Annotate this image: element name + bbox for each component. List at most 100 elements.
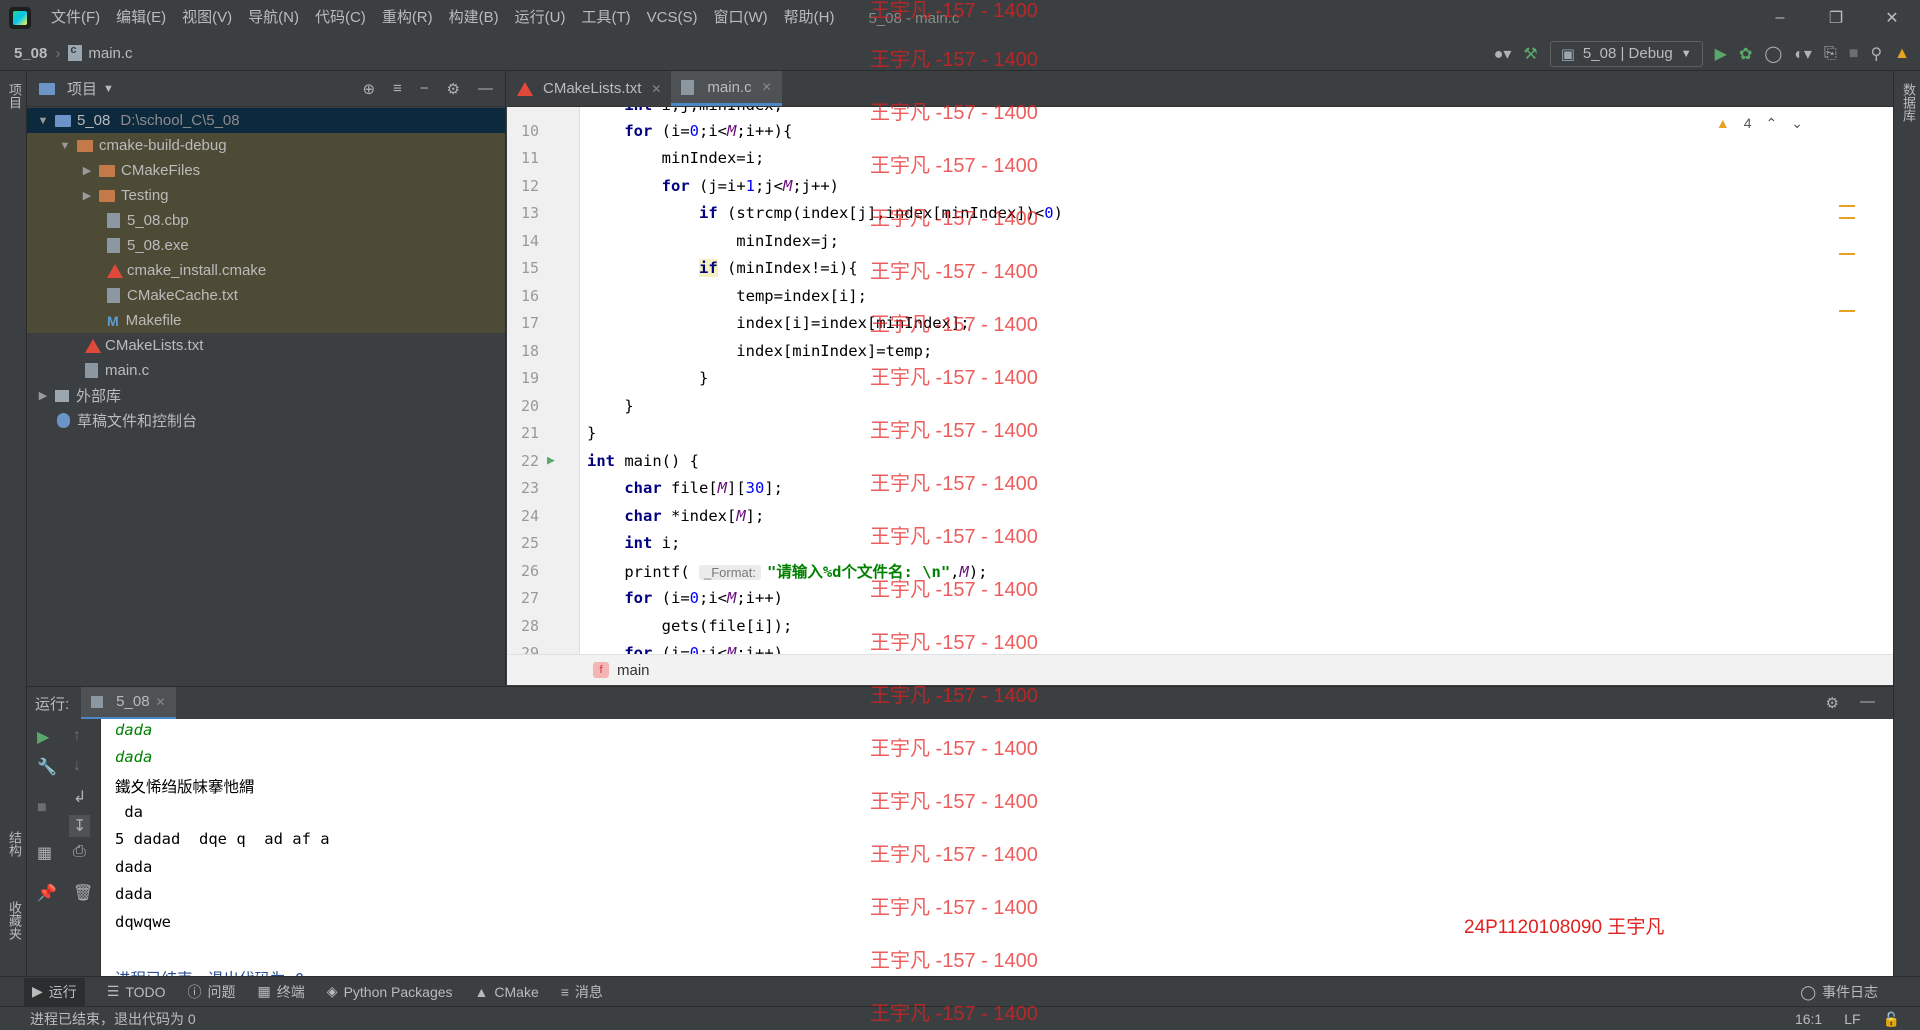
status-message[interactable]: 进程已结束，退出代码为 0: [30, 1009, 196, 1029]
run-icon: ▶: [32, 983, 43, 999]
close-icon[interactable]: ✕: [651, 82, 661, 96]
tree-item-external-libraries[interactable]: ▶ 外部库: [27, 383, 505, 408]
menu-help[interactable]: 帮助(H): [776, 0, 843, 36]
update-icon[interactable]: ▲: [1894, 45, 1910, 63]
tree-item-makefile[interactable]: M Makefile: [27, 308, 505, 333]
profile-icon[interactable]: ◐▾: [1794, 44, 1812, 64]
tree-item-project-root[interactable]: ▼ 5_08 D:\school_C\5_08: [27, 108, 505, 133]
breadcrumb-project[interactable]: 5_08: [14, 45, 47, 62]
warning-stripe[interactable]: [1839, 217, 1855, 219]
coverage-icon[interactable]: ◯: [1764, 44, 1782, 64]
line-separator[interactable]: LF: [1844, 1011, 1860, 1027]
run-gutter-icon[interactable]: ▶: [547, 453, 555, 468]
tool-messages[interactable]: ≡ 消息: [561, 982, 603, 1002]
close-icon[interactable]: ✕: [762, 80, 772, 94]
chevron-down-icon[interactable]: ▼: [103, 83, 114, 95]
code-line: 22 ▶ int main() {: [507, 447, 1893, 475]
structure-tool-tab[interactable]: 结构: [5, 831, 24, 857]
scroll-up-icon[interactable]: ↑: [73, 727, 81, 745]
tree-item-cmakelists[interactable]: CMakeLists.txt: [27, 333, 505, 358]
gear-icon[interactable]: ⚙: [447, 80, 460, 98]
menu-edit[interactable]: 编辑(E): [108, 0, 174, 36]
minimize-icon[interactable]: –: [1752, 0, 1808, 36]
lock-icon[interactable]: 🔓: [1883, 1011, 1900, 1028]
tree-item-cmakecache[interactable]: CMakeCache.txt: [27, 283, 505, 308]
restore-icon[interactable]: ❐: [1808, 0, 1864, 36]
function-name[interactable]: main: [617, 662, 650, 679]
cmake-target-icon: ▣: [1560, 45, 1575, 63]
code-editor[interactable]: int i,j,minIndex; 10 for (i=0;i<M;i++){ …: [507, 107, 1893, 654]
menu-view[interactable]: 视图(V): [174, 0, 240, 36]
console-line: da: [115, 803, 143, 821]
database-tool-tab[interactable]: 数据库: [1899, 83, 1918, 122]
print-icon[interactable]: ⎙: [73, 843, 86, 861]
inspection-widget[interactable]: ▲ 4 ⌃ ⌄: [1716, 115, 1803, 132]
stop-icon[interactable]: ■: [1849, 45, 1859, 63]
menu-build[interactable]: 构建(B): [441, 0, 507, 36]
wrench-icon[interactable]: 🔧: [37, 757, 57, 777]
warning-stripe[interactable]: [1839, 253, 1855, 255]
tree-item-cbp[interactable]: 5_08.cbp: [27, 208, 505, 233]
close-icon[interactable]: ✕: [156, 695, 166, 709]
left-tool-strip: 项目 结构 收藏夹: [0, 71, 27, 996]
caret-position[interactable]: 16:1: [1795, 1011, 1822, 1027]
tree-item-label: CMakeLists.txt: [105, 337, 204, 354]
expand-all-icon[interactable]: ≡: [393, 80, 402, 98]
scroll-to-end-icon[interactable]: ↧: [69, 815, 91, 837]
locate-icon[interactable]: ⊕: [362, 80, 375, 98]
breadcrumb-file[interactable]: main.c: [88, 45, 132, 62]
tool-event-log[interactable]: ◯ 事件日志: [1800, 977, 1878, 1007]
menu-tools[interactable]: 工具(T): [573, 0, 638, 36]
gear-icon[interactable]: ⚙: [1826, 694, 1839, 712]
attach-debugger-icon[interactable]: ⎘: [1824, 45, 1837, 63]
tool-todo[interactable]: ☰ TODO: [107, 983, 166, 1000]
tool-python-packages[interactable]: ◈ Python Packages: [327, 983, 453, 1000]
project-panel-title[interactable]: 项目: [67, 78, 97, 99]
menu-vcs[interactable]: VCS(S): [639, 0, 706, 36]
chevron-down-icon[interactable]: ⌄: [1791, 115, 1803, 132]
menu-code[interactable]: 代码(C): [307, 0, 374, 36]
tree-item-testing[interactable]: ▶ Testing: [27, 183, 505, 208]
warning-stripe[interactable]: [1839, 205, 1855, 207]
menu-navigate[interactable]: 导航(N): [240, 0, 307, 36]
tool-run[interactable]: ▶ 运行: [24, 977, 85, 1006]
scroll-down-icon[interactable]: ↓: [73, 757, 81, 775]
tool-problems[interactable]: ⓘ 问题: [188, 982, 236, 1002]
tool-cmake[interactable]: ▲ CMake: [475, 984, 539, 1000]
tree-item-cmake-install[interactable]: cmake_install.cmake: [27, 258, 505, 283]
run-configuration-select[interactable]: ▣ 5_08 | Debug ▼: [1549, 40, 1703, 67]
tree-item-scratches[interactable]: 草稿文件和控制台: [27, 408, 505, 433]
tool-terminal[interactable]: ▦ 终端: [258, 982, 305, 1002]
tree-item-main-c[interactable]: main.c: [27, 358, 505, 383]
stop-icon[interactable]: ■: [37, 799, 47, 817]
user-icon[interactable]: ●▾: [1494, 44, 1512, 64]
run-icon[interactable]: ▶: [1715, 44, 1727, 64]
chevron-up-icon[interactable]: ⌃: [1766, 115, 1778, 132]
menu-window[interactable]: 窗口(W): [705, 0, 775, 36]
soft-wrap-icon[interactable]: ↲: [73, 787, 86, 807]
search-icon[interactable]: ⚲: [1870, 44, 1882, 64]
trash-icon[interactable]: 🗑: [73, 883, 93, 903]
close-icon[interactable]: ✕: [1864, 0, 1920, 36]
tab-cmakelists[interactable]: CMakeLists.txt ✕: [507, 71, 671, 106]
hide-icon[interactable]: —: [478, 80, 493, 98]
tree-item-cmakefiles[interactable]: ▶ CMakeFiles: [27, 158, 505, 183]
menu-run[interactable]: 运行(U): [507, 0, 574, 36]
tab-main-c[interactable]: main.c ✕: [671, 71, 782, 106]
hide-icon[interactable]: —: [1860, 693, 1875, 710]
menu-refactor[interactable]: 重构(R): [374, 0, 441, 36]
pin-icon[interactable]: 📌: [37, 883, 57, 903]
layout-icon[interactable]: ▦: [37, 843, 52, 863]
menu-file[interactable]: 文件(F): [43, 0, 108, 36]
tree-item-cmake-build-debug[interactable]: ▼ cmake-build-debug: [27, 133, 505, 158]
rerun-icon[interactable]: ▶: [37, 727, 49, 747]
collapse-all-icon[interactable]: −: [420, 80, 429, 98]
warning-stripe[interactable]: [1839, 310, 1855, 312]
build-hammer-icon[interactable]: ⚒: [1523, 44, 1537, 64]
project-view-icon: [39, 82, 55, 95]
run-tab[interactable]: 5_08 ✕: [81, 686, 176, 720]
project-tool-tab[interactable]: 项目: [5, 83, 24, 109]
tree-item-exe[interactable]: 5_08.exe: [27, 233, 505, 258]
debug-icon[interactable]: ✿: [1739, 44, 1752, 64]
favorites-tool-tab[interactable]: 收藏夹: [5, 901, 24, 940]
